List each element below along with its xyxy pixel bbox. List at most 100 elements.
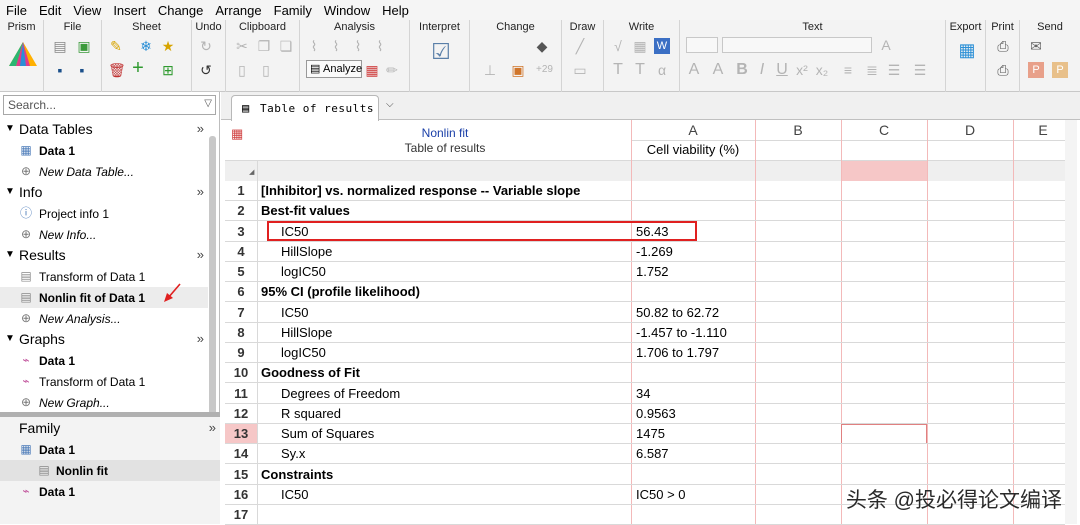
row-number[interactable]: 17 — [225, 505, 257, 525]
sidebar-item-data-1[interactable]: ▦ Data 1 — [0, 140, 208, 161]
row-label[interactable]: IC50 — [281, 485, 308, 505]
image-icon[interactable]: ▦ — [632, 38, 648, 54]
fill-bucket-icon[interactable]: ◆ — [534, 38, 550, 54]
undo-icon[interactable]: ↺ — [198, 62, 214, 78]
font-shrink-icon[interactable]: A — [710, 62, 726, 78]
row-value[interactable]: 50.82 to 62.72 — [636, 303, 719, 323]
vertical-scrollbar[interactable] — [1065, 120, 1077, 524]
menu-family[interactable]: Family — [268, 3, 318, 18]
row-label[interactable]: R squared — [281, 404, 341, 424]
chevron-down-icon[interactable]: ⌵ — [386, 99, 394, 110]
export-icon[interactable]: ▦ — [956, 42, 978, 66]
row-label[interactable]: [Inhibitor] vs. normalized response -- V… — [261, 181, 580, 201]
section-results[interactable]: ▼ Results » — [0, 246, 208, 266]
row-value[interactable]: -1.457 to -1.110 — [636, 323, 727, 343]
table-icon[interactable]: ▦ — [364, 62, 380, 78]
row-number[interactable]: 1 — [225, 181, 257, 201]
row-value[interactable]: 0.9563 — [636, 404, 676, 424]
highlighter-icon[interactable]: ✎ — [108, 38, 124, 54]
collapse-triangle-icon[interactable]: ▼ — [5, 249, 15, 260]
row-label[interactable]: Sy.x — [281, 444, 305, 464]
double-chevron-icon[interactable]: » — [197, 247, 204, 262]
line-icon[interactable]: ╱ — [572, 38, 588, 54]
tab-table-of-results[interactable]: ▤ Table of results — [231, 95, 379, 121]
row-number[interactable]: 14 — [225, 444, 257, 464]
font-grow-icon[interactable]: A — [686, 62, 702, 78]
chart-a-icon[interactable]: ⌇ — [306, 38, 322, 54]
menu-file[interactable]: File — [0, 3, 33, 18]
copy-icon[interactable]: ❐ — [256, 38, 272, 54]
row-label[interactable]: Degrees of Freedom — [281, 384, 400, 404]
email-icon[interactable]: ✉ — [1028, 38, 1044, 54]
align-icon[interactable]: ≡ — [840, 62, 856, 78]
snowflake-icon[interactable]: ❄ — [138, 38, 154, 54]
row-number[interactable]: 2 — [225, 201, 257, 221]
sidebar-item-project-info[interactable]: ⓘ Project info 1 — [0, 203, 208, 224]
print-preview-icon[interactable]: ⎙ — [995, 62, 1011, 78]
sidebar-item-new-analysis[interactable]: ⊕ New Analysis... — [0, 308, 208, 329]
row-value[interactable]: 1.706 to 1.797 — [636, 343, 719, 363]
row-number[interactable]: 15 — [225, 465, 257, 485]
move-sheet-icon[interactable]: ⊞ — [160, 62, 176, 78]
text-icon[interactable]: T — [610, 62, 626, 78]
double-chevron-icon[interactable]: » — [197, 331, 204, 346]
row-number[interactable]: 9 — [225, 343, 257, 363]
row-label[interactable]: HillSlope — [281, 242, 332, 262]
collapse-triangle-icon[interactable]: ▼ — [5, 123, 15, 134]
row-label[interactable]: Goodness of Fit — [261, 363, 360, 383]
print-icon[interactable]: ⎙ — [995, 38, 1011, 54]
menu-help[interactable]: Help — [376, 3, 415, 18]
save-as-icon[interactable]: ▪ — [74, 62, 90, 78]
row-number[interactable]: 6 — [225, 282, 257, 302]
prism-logo-icon[interactable] — [7, 40, 39, 68]
section-info[interactable]: ▼ Info » — [0, 183, 208, 203]
row-number[interactable]: 5 — [225, 262, 257, 282]
row-number[interactable]: 3 — [225, 222, 257, 242]
subscript-icon[interactable]: x₂ — [814, 62, 830, 78]
save-icon[interactable]: ▪ — [52, 62, 68, 78]
list-icon[interactable]: ☰ — [886, 62, 902, 78]
font-size-select[interactable] — [686, 37, 718, 53]
superscript-icon[interactable]: x² — [794, 62, 810, 78]
menu-view[interactable]: View — [67, 3, 107, 18]
row-number[interactable]: 4 — [225, 242, 257, 262]
spacing-icon[interactable]: ☰ — [912, 62, 928, 78]
family-item-graph-data-1[interactable]: ⌁ Data 1 — [0, 481, 220, 502]
underline-icon[interactable]: U — [774, 62, 790, 78]
menu-window[interactable]: Window — [318, 3, 376, 18]
family-item-nonlin-fit[interactable]: ▤ Nonlin fit — [0, 460, 220, 481]
pen-icon[interactable]: ✏ — [384, 62, 400, 78]
row-value[interactable]: -1.269 — [636, 242, 673, 262]
paste-special-icon[interactable]: ▯ — [258, 62, 274, 78]
bold-icon[interactable]: B — [734, 62, 750, 78]
column-header-a[interactable]: A — [631, 120, 755, 140]
font-color-icon[interactable]: A — [878, 37, 894, 53]
wand-icon[interactable]: ★ — [160, 38, 176, 54]
row-label[interactable]: Sum of Squares — [281, 424, 374, 444]
copy-special-icon[interactable]: ❏ — [278, 38, 294, 54]
column-header-e[interactable]: E — [1013, 120, 1073, 140]
row-value[interactable]: 34 — [636, 384, 650, 404]
column-header-b[interactable]: B — [755, 120, 841, 140]
menu-change[interactable]: Change — [152, 3, 210, 18]
column-header-c[interactable]: C — [841, 120, 927, 140]
row-label[interactable]: Constraints — [261, 465, 333, 485]
double-chevron-icon[interactable]: » — [197, 184, 204, 199]
sqrt-icon[interactable]: √ — [610, 38, 626, 54]
text-b-icon[interactable]: T — [632, 62, 648, 78]
open-file-icon[interactable]: ▣ — [76, 38, 92, 54]
row-label[interactable]: logIC50 — [281, 343, 326, 363]
paste-icon[interactable]: ▯ — [234, 62, 250, 78]
row-label[interactable]: IC50 — [281, 303, 308, 323]
row-number[interactable]: 8 — [225, 323, 257, 343]
change-b-icon[interactable]: ▣ — [510, 62, 526, 78]
menu-arrange[interactable]: Arrange — [209, 3, 267, 18]
row-number[interactable]: 11 — [225, 384, 257, 404]
menu-edit[interactable]: Edit — [33, 3, 67, 18]
row-number[interactable]: 13 — [225, 424, 257, 444]
chart-b-icon[interactable]: ⌇ — [328, 38, 344, 54]
delete-sheet-icon[interactable]: 🗑 — [108, 62, 124, 78]
row-label[interactable]: Best-fit values — [261, 201, 350, 221]
row-value[interactable]: 1.752 — [636, 262, 669, 282]
collapse-triangle-icon[interactable]: ▼ — [5, 333, 15, 344]
